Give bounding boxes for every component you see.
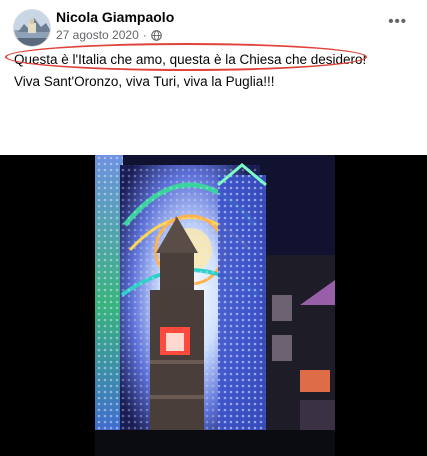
facebook-post: Nicola Giampaolo 27 agosto 2020 · ••• Qu… — [0, 0, 427, 456]
author-name[interactable]: Nicola Giampaolo — [56, 9, 174, 25]
more-options-icon[interactable]: ••• — [388, 14, 407, 29]
festival-lights-image — [0, 155, 427, 456]
post-text-line-1: Questa è l'Italia che amo, questa è la C… — [14, 52, 367, 67]
post-text-line-2: Viva Sant'Oronzo, viva Turi, viva la Pug… — [14, 74, 275, 89]
post-meta: 27 agosto 2020 · — [56, 28, 162, 42]
author-avatar[interactable] — [13, 9, 51, 47]
avatar-image — [14, 10, 50, 46]
date-separator: · — [142, 28, 147, 42]
globe-icon[interactable] — [150, 29, 162, 41]
video-thumbnail[interactable] — [0, 155, 427, 456]
post-date[interactable]: 27 agosto 2020 — [56, 28, 139, 42]
